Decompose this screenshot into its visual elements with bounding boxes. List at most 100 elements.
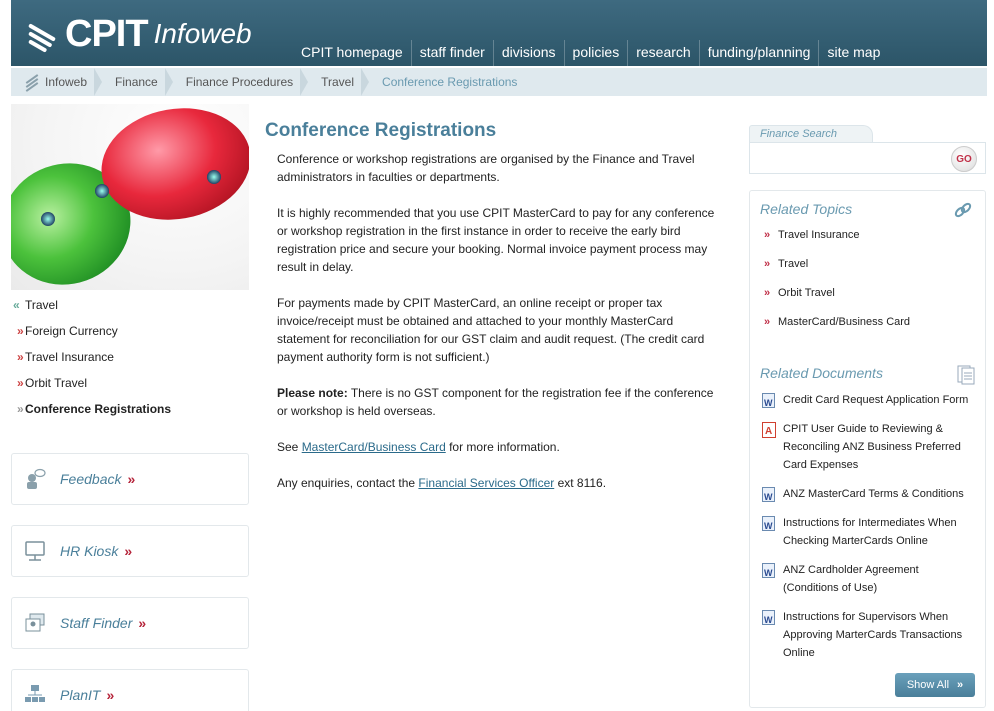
nav-staff-finder[interactable]: staff finder xyxy=(410,40,493,66)
logo-mark-icon xyxy=(27,17,61,53)
breadcrumb-infoweb[interactable]: Infoweb xyxy=(11,68,103,96)
section-navigation: « Travel » Foreign Currency » Travel Ins… xyxy=(11,292,249,422)
pdf-document-icon xyxy=(762,422,776,441)
document-link[interactable]: Credit Card Request Application Form xyxy=(762,391,977,412)
word-document-icon xyxy=(762,487,775,506)
planit-link[interactable]: PlanIT » xyxy=(11,669,249,711)
chevron-right-icon: » xyxy=(17,402,24,416)
enquiries-suffix: ext 8116. xyxy=(554,476,607,490)
document-label: Instructions for Supervisors When Approv… xyxy=(783,611,963,659)
topic-label: Travel xyxy=(778,258,809,270)
promo-label: Feedback xyxy=(60,471,122,487)
related-topics-heading: Related Topics xyxy=(760,201,853,217)
mastercard-link[interactable]: MasterCard/Business Card xyxy=(302,440,446,454)
document-link[interactable]: ANZ Cardholder Agreement (Conditions of … xyxy=(762,561,977,597)
documents-icon xyxy=(957,365,975,385)
nav-cpit-homepage[interactable]: CPIT homepage xyxy=(293,40,411,66)
home-icon xyxy=(25,74,39,92)
promo-label: PlanIT xyxy=(60,687,101,703)
document-link[interactable]: ANZ MasterCard Terms & Conditions xyxy=(762,485,977,506)
document-label: Instructions for Intermediates When Chec… xyxy=(783,517,957,547)
related-topic-travel[interactable]: » Travel xyxy=(764,258,808,270)
back-chevron-icon: « xyxy=(13,298,20,312)
leftnav-item-foreign-currency[interactable]: » Foreign Currency xyxy=(11,318,249,344)
nav-funding-planning[interactable]: funding/planning xyxy=(698,40,819,66)
paragraph-see: See MasterCard/Business Card for more in… xyxy=(277,438,725,456)
chevron-right-icon: » xyxy=(138,615,147,631)
link-chain-icon xyxy=(953,201,973,219)
show-all-label: Show All xyxy=(906,679,950,691)
related-panel: Related Topics » Travel Insurance » Travel… xyxy=(749,190,986,708)
document-link[interactable]: Instructions for Intermediates When Chec… xyxy=(762,514,977,550)
nav-policies[interactable]: policies xyxy=(563,40,628,66)
document-link[interactable]: CPIT User Guide to Reviewing & Reconcili… xyxy=(762,420,977,474)
show-all-button[interactable]: Show All » xyxy=(895,673,975,697)
promo-label: HR Kiosk xyxy=(60,543,119,559)
nav-divisions[interactable]: divisions xyxy=(492,40,564,66)
topic-label: Orbit Travel xyxy=(778,287,835,299)
pig-eye xyxy=(95,184,109,198)
chevron-right-icon: » xyxy=(17,376,24,390)
top-navigation: CPIT homepage staff finder divisions pol… xyxy=(293,40,888,66)
breadcrumb-travel[interactable]: Travel xyxy=(307,68,369,96)
org-chart-icon xyxy=(24,684,46,706)
logo-subtext: Infoweb xyxy=(153,18,252,49)
word-document-icon xyxy=(762,563,775,582)
nav-research[interactable]: research xyxy=(627,40,698,66)
promo-label: Staff Finder xyxy=(60,615,133,631)
chevron-right-icon: » xyxy=(764,287,771,299)
related-topic-travel-insurance[interactable]: » Travel Insurance xyxy=(764,229,860,241)
piggy-bank-image xyxy=(11,104,249,290)
leftnav-item-conference-registrations[interactable]: » Conference Registrations xyxy=(11,396,249,422)
nav-site-map[interactable]: site map xyxy=(818,40,888,66)
chevron-right-icon: » xyxy=(106,687,115,703)
breadcrumb-label: Infoweb xyxy=(45,75,88,89)
leftnav-label: Travel Insurance xyxy=(25,350,114,364)
related-topic-mastercard[interactable]: » MasterCard/Business Card xyxy=(764,316,910,328)
search-go-button[interactable]: GO xyxy=(951,146,977,172)
topic-label: MasterCard/Business Card xyxy=(778,316,911,328)
feedback-link[interactable]: Feedback » xyxy=(11,453,249,505)
chevron-right-icon: » xyxy=(957,679,964,691)
hr-kiosk-link[interactable]: HR Kiosk » xyxy=(11,525,249,577)
leftnav-item-travel-insurance[interactable]: » Travel Insurance xyxy=(11,344,249,370)
see-suffix: for more information. xyxy=(445,440,560,454)
kiosk-icon xyxy=(24,540,46,562)
cpit-logo[interactable]: CPIT Infoweb xyxy=(27,12,252,56)
paragraph-enquiries: Any enquiries, contact the Financial Ser… xyxy=(277,474,725,492)
leftnav-label: Orbit Travel xyxy=(25,376,88,390)
related-topic-orbit-travel[interactable]: » Orbit Travel xyxy=(764,287,835,299)
financial-services-officer-link[interactable]: Financial Services Officer xyxy=(418,476,554,490)
finance-search-box: GO xyxy=(749,142,986,174)
leftnav-label: Conference Registrations xyxy=(25,402,172,416)
main-content: Conference Registrations Conference or w… xyxy=(265,120,725,510)
staff-finder-link[interactable]: Staff Finder » xyxy=(11,597,249,649)
chevron-right-icon: » xyxy=(17,324,24,338)
chevron-right-icon: » xyxy=(764,258,771,270)
breadcrumb: Infoweb Finance Finance Procedures Trave… xyxy=(11,68,987,96)
document-label: ANZ MasterCard Terms & Conditions xyxy=(783,488,964,500)
finance-search-tab: Finance Search xyxy=(749,125,873,143)
breadcrumb-finance-procedures[interactable]: Finance Procedures xyxy=(172,68,309,96)
feedback-icon xyxy=(24,468,46,490)
document-link[interactable]: Instructions for Supervisors When Approv… xyxy=(762,608,977,662)
leftnav-label: Travel xyxy=(25,298,58,312)
pig-eye xyxy=(41,212,55,226)
breadcrumb-finance[interactable]: Finance xyxy=(101,68,173,96)
related-documents-heading: Related Documents xyxy=(760,365,883,381)
site-header: CPIT Infoweb CPIT homepage staff finder … xyxy=(11,0,987,66)
word-document-icon xyxy=(762,516,775,535)
finance-search-input[interactable] xyxy=(756,149,946,169)
see-prefix: See xyxy=(277,440,302,454)
chevron-right-icon: » xyxy=(124,543,133,559)
document-label: CPIT User Guide to Reviewing & Reconcili… xyxy=(783,423,961,471)
breadcrumb-current: Conference Registrations xyxy=(382,75,518,89)
leftnav-item-orbit-travel[interactable]: » Orbit Travel xyxy=(11,370,249,396)
paragraph-payments: For payments made by CPIT MasterCard, an… xyxy=(277,296,705,364)
chevron-right-icon: » xyxy=(764,316,771,328)
paragraph-recommendation: It is highly recommended that you use CP… xyxy=(277,206,715,274)
note-label: Please note: xyxy=(277,386,348,400)
chevron-right-icon: » xyxy=(127,471,136,487)
leftnav-parent-travel[interactable]: « Travel xyxy=(11,292,249,318)
page-title: Conference Registrations xyxy=(265,120,497,141)
